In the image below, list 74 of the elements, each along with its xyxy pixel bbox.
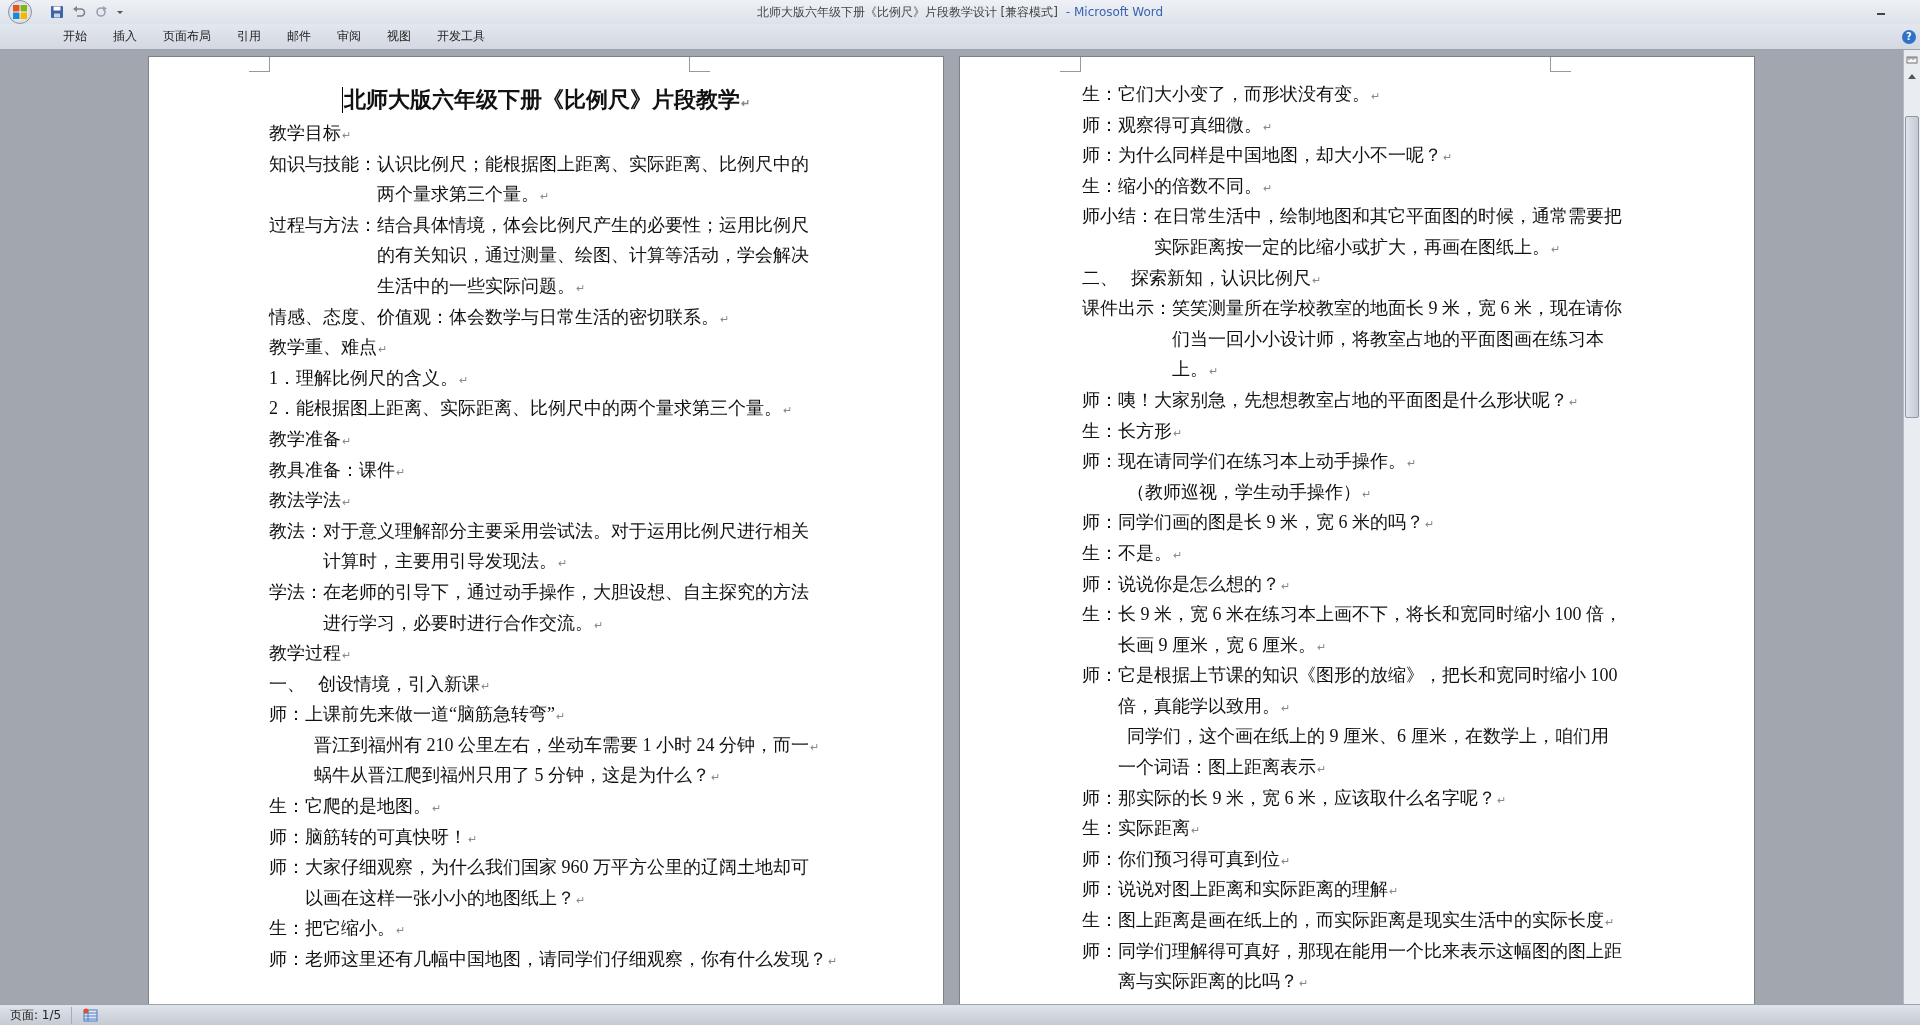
scroll-up-icon[interactable] [1907,72,1917,80]
section-heading: 二、 探索新知，认识比例尺↵ [1082,266,1321,290]
paragraph: 师：同学们理解得可真好，那现在能用一个比来表示这幅图的图上距 离与实际距离的比吗？↵ [1082,939,1622,994]
ruler-icon[interactable] [1906,54,1918,66]
dropdown-icon[interactable] [116,8,124,16]
paragraph: 生：长 9 米，宽 6 米在练习本上画不下，将长和宽同时缩小 100 倍， 长画 9 厘米，宽 6 厘米。↵ [1082,603,1622,657]
paragraph: 过程与方法：结合具体情境，体会比例尺产生的必要性；运用比例尺 的有关知识，通过测量、绘图、计算等活动，学会解决 生活中的一些实际问题。↵ [269,213,809,298]
paragraph: 晋江到福州有 210 公里左右，坐动车需要 1 小时 24 分钟，而一↵ [313,733,820,757]
paragraph: 师：它是根据上节课的知识《图形的放缩》，把长和宽同时缩小 100 倍，真能学以致用。↵ [1082,664,1618,718]
paragraph: 2．能根据图上距离、实际距离、比例尺中的两个量求第三个量。↵ [269,397,793,421]
paragraph: 生：它爬的是地图。↵ [269,795,441,819]
paragraph: 生：实际距离↵ [1082,817,1200,841]
document-icon[interactable] [82,1008,99,1022]
paragraph: 生：不是。↵ [1082,541,1182,565]
margin-mark [1550,57,1571,72]
paragraph: 师：咦！大家别急，先想想教室占地的平面图是什么形状呢？↵ [1082,388,1578,412]
paragraph: 学法：在老师的引导下，通过动手操作，大胆设想、自主探究的方法 进行学习，必要时进行合作交流。↵ [269,580,809,635]
paragraph: 师：你们预习得可真到位↵ [1082,847,1290,871]
redo-icon[interactable] [94,5,108,19]
paragraph: 情感、态度、价值观：体会数学与日常生活的密切联系。↵ [269,305,730,329]
ribbon-tab[interactable]: 视图 [374,26,424,47]
paragraph: 教学重、难点↵ [269,336,388,360]
paragraph: 教法：对于意义理解部分主要采用尝试法。对于运用比例尺进行相关 计算时，主要用引导发现法。↵ [269,519,809,574]
ribbon-tab[interactable]: 审阅 [324,26,374,47]
paragraph: 师：那实际的长 9 米，宽 6 米，应该取什么名字呢？↵ [1082,786,1506,810]
scrollbar[interactable] [1903,50,1920,1004]
logo-icon [12,4,28,20]
ribbon-tab[interactable]: 页面布局 [150,26,224,47]
section-heading: 一、 创设情境，引入新课↵ [269,672,490,696]
window-title: 北师大版六年级下册《比例尺》片段教学设计 [兼容模式] [756,4,1058,19]
office-button[interactable] [8,0,32,24]
paragraph: 师小结：在日常生活中，绘制地图和其它平面图的时候，通常需要把 实际距离按一定的比缩小或扩大，再画在图纸上。↵ [1082,205,1622,259]
margin-mark [1060,57,1081,72]
paragraph: 蜗牛从晋江爬到福州只用了 5 分钟，这是为什么？↵ [313,764,721,788]
scroll-thumb[interactable] [1905,116,1919,418]
paragraph: 师：同学们画的图是长 9 米，宽 6 米的吗？↵ [1082,511,1434,535]
ribbon-tab[interactable]: 引用 [224,26,274,47]
paragraph: 生：把它缩小。↵ [269,917,405,941]
paragraph: 教学准备↵ [269,427,352,451]
ribbon-tab[interactable]: 邮件 [274,26,324,47]
margin-mark [249,57,270,72]
margin-mark [689,57,710,72]
paragraph: 师：现在请同学们在练习本上动手操作。↵ [1082,450,1416,474]
paragraph: 师：脑筋转的可真快呀！↵ [269,825,477,849]
paragraph: 师：说说你是怎么想的？↵ [1082,572,1290,596]
paragraph: 师：观察得可真细微。↵ [1082,113,1272,137]
page-count: 页面: 1/5 [0,1006,73,1024]
paragraph: 师：为什么同样是中国地图，却大小不一呢？↵ [1082,144,1452,168]
paragraph: 生：缩小的倍数不同。↵ [1082,174,1272,198]
undo-icon[interactable] [72,5,86,19]
paragraph: 师：老师这里还有几幅中国地图，请同学们仔细观察，你有什么发现？↵ [269,948,837,972]
paragraph: （教师巡视，学生动手操作）↵ [1126,480,1372,504]
paragraph: 教法学法↵ [269,489,352,513]
paragraph: 课件出示：笑笑测量所在学校教室的地面长 9 米，宽 6 米，现在请你 们当一回小小设计师，将教室占地的平面图画在练习本 上。↵ [1082,297,1622,382]
paragraph: 教具准备：课件↵ [269,458,406,482]
paragraph: 生：它们大小变了，而形状没有变。↵ [1082,83,1380,106]
paragraph: 生：长方形↵ [1082,419,1182,443]
paragraph: 师：说说对图上距离和实际距离的理解↵ [1082,878,1398,902]
text-cursor [342,87,343,113]
ribbon-tab[interactable]: 插入 [100,26,150,47]
paragraph: 知识与技能：认识比例尺；能根据图上距离、实际距离、比例尺中的 两个量求第三个量。↵ [269,152,809,207]
paragraph: 同学们，这个画在纸上的 9 厘米、6 厘米，在数学上，咱们用 一个词语：图上距离表示↵ [1117,725,1610,780]
paragraph: 1．理解比例尺的含义。↵ [269,366,469,390]
paragraph: 生：图上距离是画在纸上的，而实际距离是现实生活中的实际长度↵ [1082,909,1614,933]
ribbon-tab[interactable]: 开始 [50,26,100,47]
help-button[interactable]: ? [1902,29,1916,44]
ribbon-tab[interactable]: 开发工具 [424,26,498,47]
paragraph: 教学目标↵ [269,122,352,145]
document-title: 北师大版六年级下册《比例尺》片段教学↵ [344,85,750,114]
app-name: - Microsoft Word [1065,4,1164,19]
paragraph: 教学过程↵ [269,642,352,666]
paragraph: 师：上课前先来做一道“脑筋急转弯”↵ [269,703,565,727]
paragraph: 师：大家仔细观察，为什么我们国家 960 万平方公里的辽阔土地却可 以画在这样一张小小的地图纸上？↵ [269,856,809,910]
save-icon[interactable] [50,5,64,19]
